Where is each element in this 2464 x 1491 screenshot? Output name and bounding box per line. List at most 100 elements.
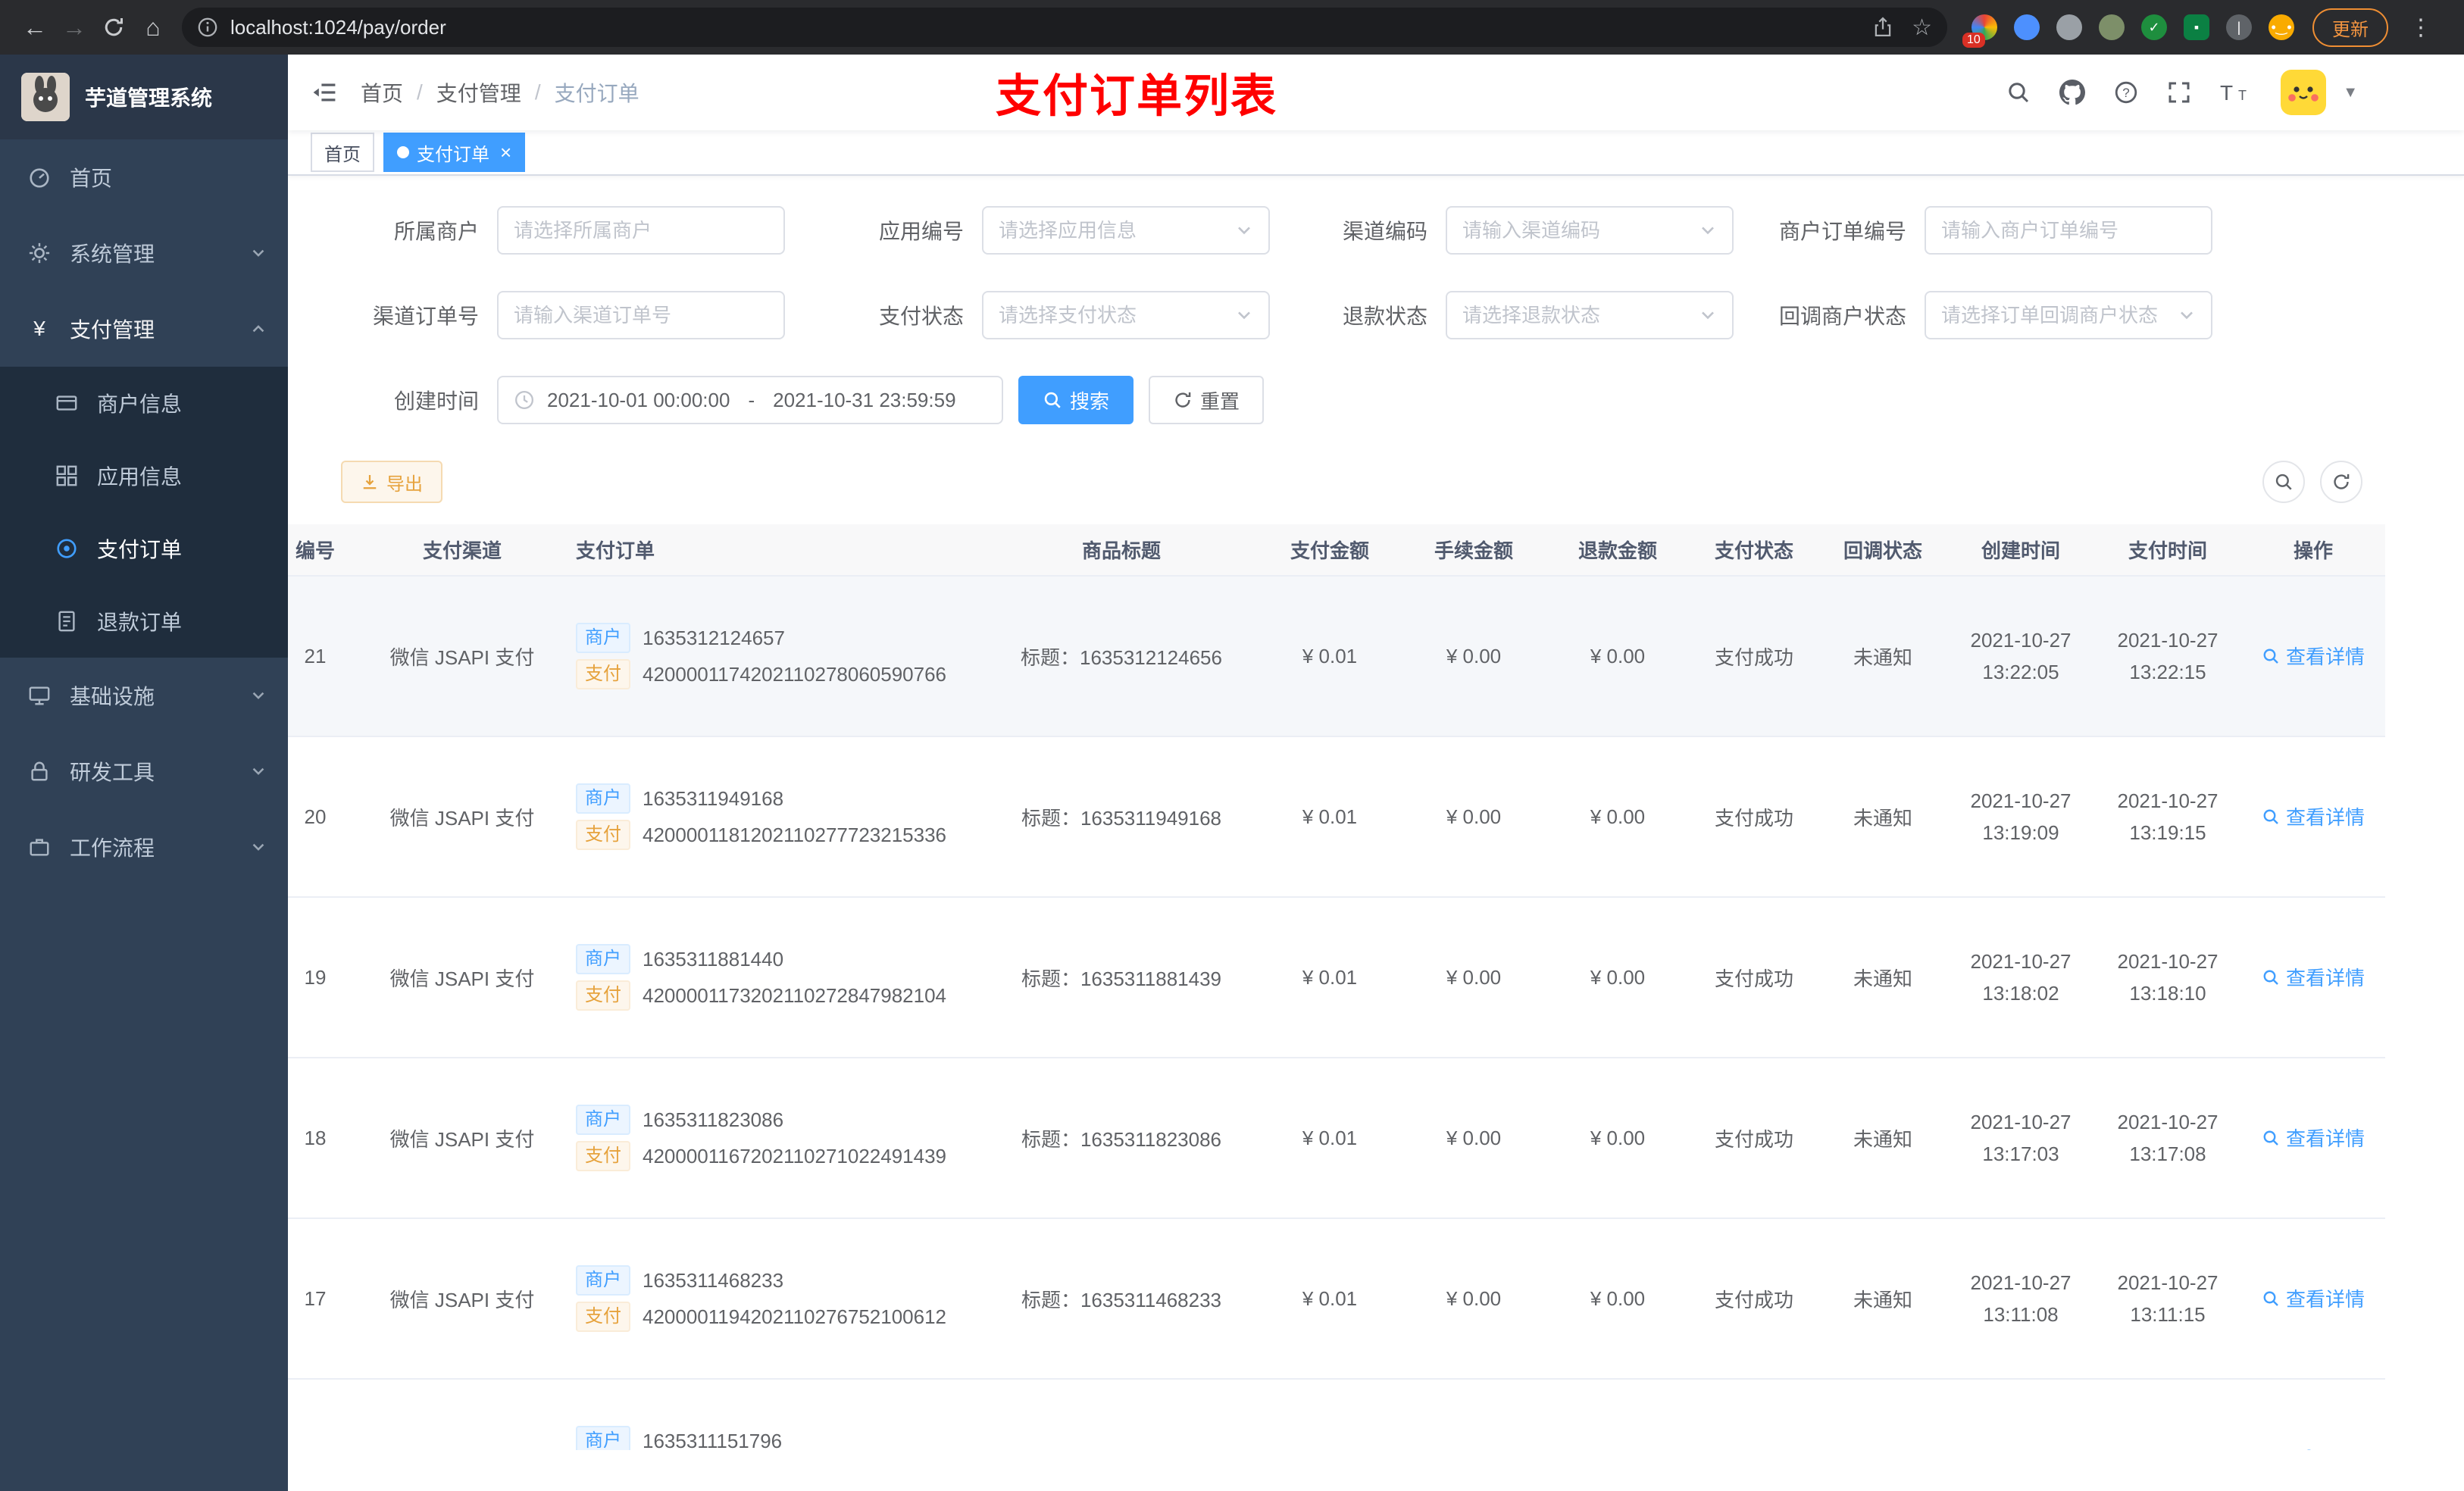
pay-transaction-no: 4200001194202110276752100612 [643,1305,947,1328]
avatar[interactable] [2281,70,2327,115]
home-icon[interactable]: ⌂ [133,8,173,47]
col-title: 商品标题 [985,524,1258,577]
close-icon[interactable]: × [500,142,511,162]
cell-channel: 微信 JSAPI 支付 [364,897,561,1058]
cell-fee: ¥ 0.00 [1402,897,1546,1058]
help-icon[interactable]: ? [2114,80,2138,105]
caret-down-icon[interactable]: ▼ [2343,84,2358,102]
sidebar-item-pay-order[interactable]: 支付订单 [0,512,288,585]
extension-drop-icon[interactable] [2014,14,2040,40]
cell-paid: 2021-10-27 13:19:15 [2094,736,2241,898]
cell-created: 2021-10-27 13:19:09 [1947,736,2094,898]
hamburger-icon[interactable] [288,79,361,106]
filter-field: 所属商户 [288,206,785,255]
share-icon[interactable] [1872,17,1893,38]
reset-button[interactable]: 重置 [1149,376,1265,424]
sidebar-logo[interactable]: 芋道管理系统 [0,55,288,139]
extension-colorful-icon[interactable]: 10 [1962,14,1997,48]
extension-pin-icon[interactable]: | [2226,14,2252,40]
table-row: 21 微信 JSAPI 支付 商户 1635312124657 支付 42000… [288,576,2385,737]
search-icon[interactable] [2006,80,2031,105]
export-button[interactable]: 导出 [341,461,442,503]
extension-olive-icon[interactable] [2099,14,2125,40]
filter-input[interactable] [1446,206,1734,255]
filter-input[interactable] [1446,291,1734,339]
breadcrumb-home[interactable]: 首页 [361,77,403,108]
filter-input[interactable] [1925,291,2212,339]
filter-input[interactable] [982,291,1270,339]
sidebar-item-home[interactable]: 首页 [0,139,288,215]
filter-input[interactable] [1925,206,2212,255]
sidebar-item-refund-order[interactable]: 退款订单 [0,585,288,658]
col-amount: 支付金额 [1258,524,1402,577]
font-size-icon[interactable]: TT [2220,80,2252,105]
cell-channel: 微信 JSAPI 支付 [364,736,561,898]
reload-icon[interactable] [94,8,133,47]
browser-update-button[interactable]: 更新 [2312,8,2388,47]
tab-pay-order[interactable]: 支付订单 × [383,133,526,172]
fullscreen-icon[interactable] [2167,80,2191,105]
site-info-icon[interactable] [197,17,218,38]
github-icon[interactable] [2059,80,2086,105]
filter-input[interactable] [497,291,785,339]
toggle-search-button[interactable] [2262,461,2305,503]
sidebar-item-pay[interactable]: ¥ 支付管理 [0,291,288,367]
cell-id: 20 [288,736,364,898]
cell-channel: 微信 JSAPI 支付 [364,576,561,737]
view-details-link[interactable]: 查看详情 [2262,1124,2365,1152]
view-details-link[interactable]: 查看详情 [2262,963,2365,991]
extension-gray-icon[interactable] [2056,14,2082,40]
extension-face-icon[interactable]: •‿• [2269,14,2294,40]
app-title: 芋道管理系统 [85,86,213,110]
view-details-link[interactable]: 查看详情 [2262,642,2365,670]
extension-check-icon[interactable]: ✓ [2141,14,2167,40]
forward-icon[interactable]: → [55,8,94,47]
search-button[interactable]: 搜索 [1018,376,1134,424]
cell-id: 19 [288,897,364,1058]
tab-home[interactable]: 首页 [311,133,374,172]
cell-created [1947,1379,2094,1450]
create-time-range-picker[interactable]: 2021-10-01 00:00:00 - 2021-10-31 23:59:5… [497,376,1003,424]
merchant-tag: 商户 [576,944,630,974]
create-time-label: 创建时间 [393,389,479,413]
back-icon[interactable]: ← [15,8,55,47]
filter-field: 应用编号 [785,206,1270,255]
pay-tag: 支付 [576,1141,630,1171]
sidebar-item-workflow[interactable]: 工作流程 [0,809,288,885]
extensions-area: 10 ✓ ▪ | •‿• [1962,14,2294,48]
sidebar-item-dev-tools[interactable]: 研发工具 [0,733,288,809]
sidebar-item-app-info[interactable]: 应用信息 [0,439,288,512]
cell-amount [1258,1379,1402,1450]
cell-channel: 微信 JSAPI 支付 [364,1058,561,1219]
cell-amount: ¥ 0.01 [1258,576,1402,737]
sidebar-item-system[interactable]: 系统管理 [0,215,288,291]
svg-text:T: T [2238,88,2247,103]
bookmark-star-icon[interactable]: ☆ [1912,14,1932,41]
cell-paid: 2021-10-27 13:22:15 [2094,576,2241,737]
merchant-order-no: 1635311151796 [643,1429,783,1451]
view-details-link[interactable] [2301,1448,2325,1450]
address-bar[interactable]: localhost:1024/pay/order ☆ [182,8,1947,47]
cell-fee: ¥ 0.00 [1402,576,1546,737]
filter-input[interactable] [497,206,785,255]
col-id: 编号 [288,524,364,577]
filter-input[interactable] [982,206,1270,255]
refresh-button[interactable] [2320,461,2362,503]
cell-paid: 2021-10-27 13:11:15 [2094,1218,2241,1380]
chevron-down-icon [250,839,267,855]
table-row: 17 微信 JSAPI 支付 商户 1635311468233 支付 42000… [288,1218,2385,1380]
cell-fee: ¥ 0.00 [1402,1058,1546,1219]
filter-label: 渠道订单号 [372,305,479,328]
cell-actions: 查看详情 [2241,576,2385,737]
extension-chat-icon[interactable]: ▪ [2184,14,2209,40]
breadcrumb-pay[interactable]: 支付管理 [436,77,521,108]
sidebar-item-infra[interactable]: 基础设施 [0,658,288,733]
view-details-link[interactable]: 查看详情 [2262,802,2365,830]
sidebar-item-merchant-info[interactable]: 商户信息 [0,367,288,439]
page-title: 支付订单列表 [996,70,1277,122]
cell-actions: 查看详情 [2241,897,2385,1058]
refund-doc-icon [55,610,79,633]
view-details-link[interactable]: 查看详情 [2262,1284,2365,1312]
pay-tag: 支付 [576,980,630,1011]
browser-menu-icon[interactable]: ⋮ [2403,14,2438,41]
